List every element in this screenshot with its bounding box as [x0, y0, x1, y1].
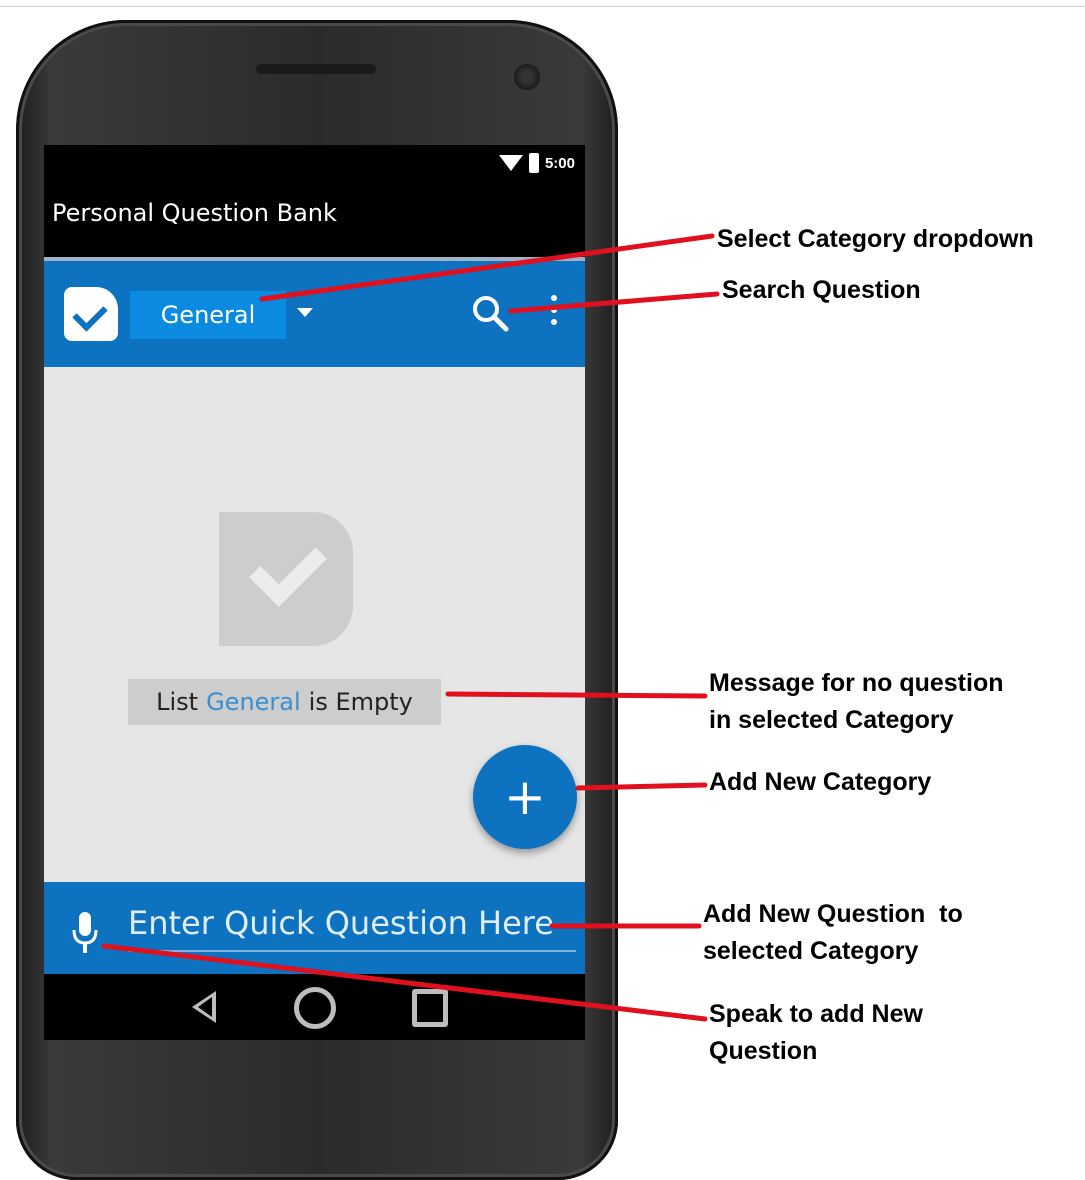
empty-message-category: General	[206, 688, 301, 716]
callout-line: Speak to add New	[709, 1000, 923, 1028]
phone-camera	[514, 64, 540, 90]
empty-list-message: List General is Empty	[128, 679, 441, 725]
mic-icon[interactable]	[71, 912, 99, 954]
callout-line: Message for no question	[709, 669, 1004, 697]
quick-question-input[interactable]	[128, 896, 576, 952]
add-category-button[interactable]: +	[473, 745, 577, 849]
phone-speaker	[256, 64, 376, 74]
status-icons: 5:00	[498, 153, 575, 173]
app-title: Personal Question Bank	[52, 199, 337, 227]
callout-line: Add New Question to	[703, 900, 963, 928]
search-icon[interactable]	[470, 293, 510, 333]
phone-screen: 5:00 Personal Question Bank General List…	[44, 145, 585, 1040]
callout-line: Question	[709, 1037, 818, 1065]
category-dropdown[interactable]: General	[130, 291, 286, 339]
checkbox-placeholder-icon	[219, 512, 353, 646]
callout-line: in selected Category	[709, 706, 954, 734]
callout-select-category: Select Category dropdown	[717, 221, 1034, 258]
status-bar: 5:00	[44, 145, 585, 187]
recents-icon[interactable]	[412, 989, 448, 1027]
quick-question-bar	[44, 882, 585, 974]
callout-line: Search Question	[722, 276, 921, 304]
status-time: 5:00	[544, 154, 575, 172]
empty-message-suffix: is Empty	[308, 688, 413, 716]
callout-search-question: Search Question	[722, 272, 921, 309]
callout-line: Add New Category	[709, 768, 932, 796]
more-vert-icon[interactable]	[544, 295, 564, 339]
checkbox-logo-icon	[64, 287, 118, 341]
category-dropdown-label: General	[160, 301, 256, 329]
callout-empty-message: Message for no question in selected Cate…	[709, 665, 1003, 739]
empty-message-prefix: List	[156, 688, 199, 716]
callout-add-category: Add New Category	[709, 764, 931, 801]
callout-speak-question: Speak to add New Question	[709, 996, 923, 1070]
callout-line: selected Category	[703, 937, 919, 965]
question-list-area: List General is Empty +	[44, 367, 585, 882]
android-nav-bar	[44, 974, 585, 1040]
home-icon[interactable]	[294, 987, 336, 1029]
top-rule	[0, 6, 1085, 7]
caret-down-icon[interactable]	[297, 308, 313, 317]
wifi-icon	[498, 155, 523, 171]
callout-add-question: Add New Question to selected Category	[703, 896, 963, 970]
toolbar: General	[44, 261, 585, 367]
app-title-bar: Personal Question Bank	[50, 193, 578, 249]
back-icon[interactable]	[192, 991, 216, 1023]
callout-line: Select Category dropdown	[717, 225, 1034, 253]
battery-icon	[528, 153, 539, 173]
